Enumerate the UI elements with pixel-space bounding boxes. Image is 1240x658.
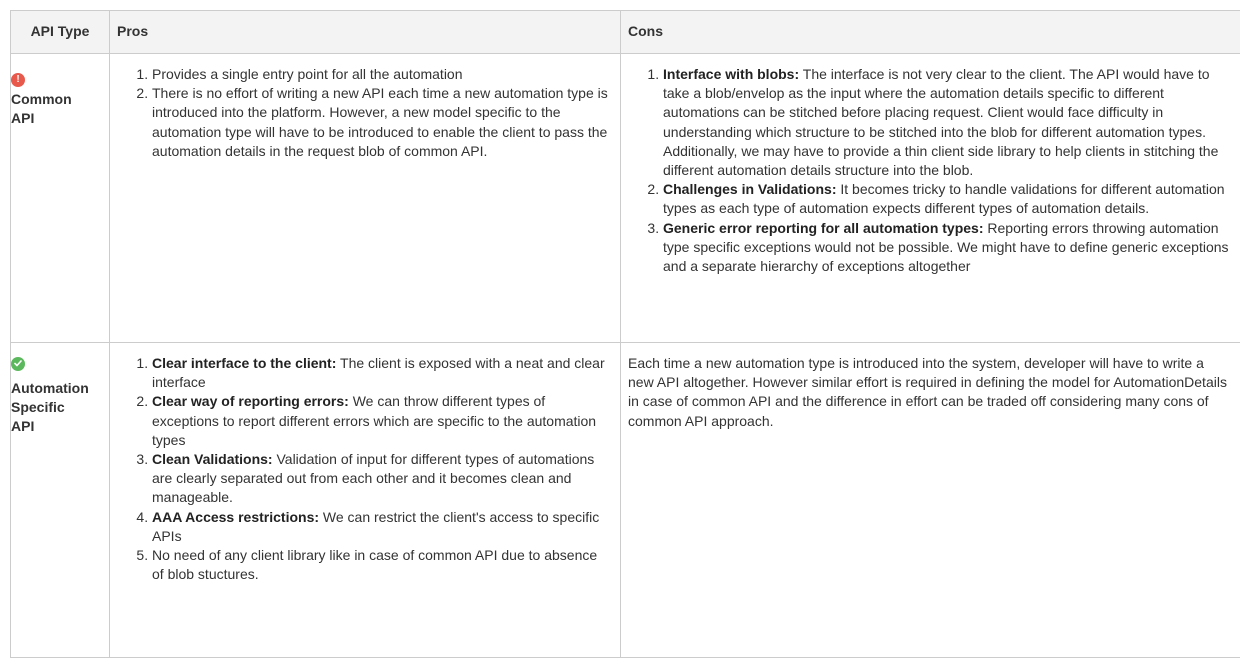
item-text: There is no effort of writing a new API … — [152, 85, 608, 159]
list-item: There is no effort of writing a new API … — [152, 84, 612, 161]
item-text: No need of any client library like in ca… — [152, 547, 597, 582]
list-item: Challenges in Validations: It becomes tr… — [663, 180, 1232, 218]
table-row-common-api: ! Common API Provides a single entry poi… — [11, 54, 1240, 343]
pros-list: Provides a single entry point for all th… — [117, 65, 612, 161]
pros-list: Clear interface to the client: The clien… — [117, 354, 612, 584]
list-item: Clear interface to the client: The clien… — [152, 354, 612, 392]
item-heading: AAA Access restrictions: — [152, 509, 319, 525]
item-heading: Interface with blobs: — [663, 66, 799, 82]
api-type-cell: Automation Specific API — [11, 343, 110, 658]
table-row-automation-specific-api: Automation Specific API Clear interface … — [11, 343, 1240, 658]
api-type-label: API — [11, 417, 109, 436]
pros-cell: Provides a single entry point for all th… — [110, 54, 621, 343]
header-row: API Type Pros Cons — [11, 11, 1240, 54]
header-api-type: API Type — [11, 11, 110, 54]
item-heading: Clean Validations: — [152, 451, 273, 467]
pros-cell: Clear interface to the client: The clien… — [110, 343, 621, 658]
comparison-table: API Type Pros Cons ! Common API Provides… — [10, 10, 1240, 658]
api-type-label: Specific — [11, 398, 109, 417]
list-item: Provides a single entry point for all th… — [152, 65, 612, 84]
list-item: Generic error reporting for all automati… — [663, 219, 1232, 277]
api-type-label: Common — [11, 90, 109, 109]
list-item: AAA Access restrictions: We can restrict… — [152, 508, 612, 546]
item-text: The interface is not very clear to the c… — [663, 66, 1218, 178]
list-item: No need of any client library like in ca… — [152, 546, 612, 584]
item-heading: Clear way of reporting errors: — [152, 393, 349, 409]
api-type-cell: ! Common API — [11, 54, 110, 343]
check-circle-icon — [11, 357, 25, 371]
cons-cell: Interface with blobs: The interface is n… — [621, 54, 1240, 343]
list-item: Interface with blobs: The interface is n… — [663, 65, 1232, 180]
header-pros: Pros — [110, 11, 621, 54]
list-item: Clean Validations: Validation of input f… — [152, 450, 612, 508]
header-cons: Cons — [621, 11, 1240, 54]
api-type-label: Automation — [11, 379, 109, 398]
item-heading: Clear interface to the client: — [152, 355, 336, 371]
cons-cell: Each time a new automation type is intro… — [621, 343, 1240, 658]
cons-list: Interface with blobs: The interface is n… — [628, 65, 1232, 276]
api-type-label: API — [11, 109, 109, 128]
list-item: Clear way of reporting errors: We can th… — [152, 392, 612, 450]
item-heading: Generic error reporting for all automati… — [663, 220, 984, 236]
exclamation-circle-icon: ! — [11, 73, 25, 87]
cons-text: Each time a new automation type is intro… — [628, 355, 1227, 429]
item-text: Provides a single entry point for all th… — [152, 66, 463, 82]
item-heading: Challenges in Validations: — [663, 181, 836, 197]
